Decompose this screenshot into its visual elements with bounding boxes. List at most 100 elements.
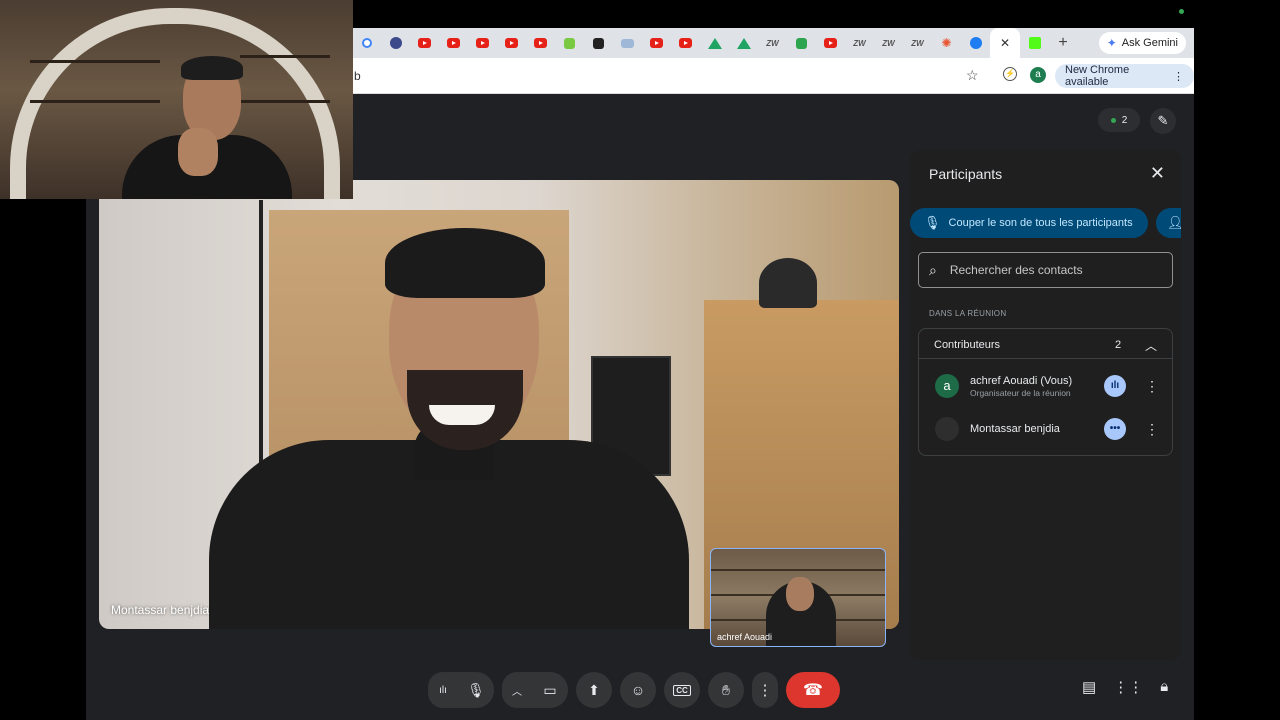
shelf <box>30 60 160 63</box>
ask-gemini-label: Ask Gemini <box>1121 37 1178 49</box>
more-options-icon[interactable]: ⋮ <box>1145 418 1159 440</box>
messenger-icon <box>969 37 982 49</box>
microphone-icon[interactable]: 🎙︎ <box>458 672 494 708</box>
profile-avatar[interactable]: a <box>1030 67 1046 83</box>
new-tab-button[interactable]: + <box>1049 34 1077 52</box>
tab[interactable]: ZW <box>758 28 787 58</box>
tab[interactable] <box>410 28 439 58</box>
section-label: DANS LA RÉUNION <box>929 309 1007 318</box>
tab[interactable] <box>816 28 845 58</box>
call-controls: ılı 🎙︎ ︿ ▭ ⬆ ☺ CC ✋︎ ⋮ ☎ <box>428 672 840 708</box>
pip-person-hair <box>181 56 243 80</box>
screen: ZW ZW ZW ZW ✺ ✕ + ✦ Ask Gemini b ☆ ⚡ a N… <box>0 0 1280 720</box>
tab[interactable] <box>613 28 642 58</box>
more-options-icon[interactable]: ⋮ <box>752 672 778 708</box>
youtube-icon <box>476 38 489 48</box>
group-count: 2 <box>1115 339 1122 351</box>
raise-hand-icon[interactable]: ✋︎ <box>708 672 744 708</box>
bookmark-star-icon[interactable]: ☆ <box>966 67 979 84</box>
top-right-controls: 2 ✎ <box>1098 108 1176 134</box>
end-call-button[interactable]: ☎ <box>786 672 840 708</box>
new-chrome-available-button[interactable]: New Chrome available ⋮ <box>1055 64 1194 88</box>
captions-icon[interactable]: CC <box>664 672 700 708</box>
tab[interactable]: ZW <box>903 28 932 58</box>
tab[interactable]: ZW <box>874 28 903 58</box>
gemini-icon: ✦ <box>1106 36 1117 50</box>
tab[interactable] <box>468 28 497 58</box>
search-placeholder: Rechercher des contacts <box>949 263 1083 277</box>
tab[interactable] <box>497 28 526 58</box>
zw-icon: ZW <box>882 38 895 48</box>
video-group: ︿ ▭ <box>502 672 568 708</box>
zw-icon: ZW <box>911 38 924 48</box>
tab[interactable] <box>584 28 613 58</box>
mic-off-icon: 🎙︎ <box>924 215 941 230</box>
contributors-group: Contributeurs 2 ︿ a achref Aouadi (Vous)… <box>918 328 1173 456</box>
address-bar[interactable]: b ☆ ⚡ a New Chrome available ⋮ <box>352 58 1194 94</box>
self-head <box>786 577 814 611</box>
search-icon: ⌕ <box>929 261 937 278</box>
self-view-tile[interactable]: achref Aouadi <box>710 548 886 647</box>
tab[interactable]: ZW <box>845 28 874 58</box>
youtube-icon <box>418 38 431 48</box>
present-screen-icon[interactable]: ⬆ <box>576 672 612 708</box>
speaking-indicator-icon: ılı <box>1104 375 1126 397</box>
camera-icon[interactable]: ▭ <box>532 672 568 708</box>
search-contacts-input[interactable]: ⌕ Rechercher des contacts <box>918 252 1173 288</box>
extension-icon[interactable]: ⚡ <box>1003 67 1017 81</box>
helmet <box>759 258 817 308</box>
tab[interactable] <box>381 28 410 58</box>
audio-level-icon[interactable]: ılı <box>428 672 458 708</box>
participant-count: 2 <box>1121 114 1128 126</box>
add-people-button[interactable]: 👤︎ <box>1156 208 1181 238</box>
participant-row[interactable]: Montassar benjdia ••• ⋮ <box>919 409 1172 451</box>
tab[interactable] <box>352 28 381 58</box>
url-text: b <box>354 69 361 83</box>
more-options-icon[interactable]: ⋮ <box>1145 375 1159 397</box>
chevron-up-icon[interactable]: ︿ <box>502 672 532 708</box>
tab[interactable] <box>787 28 816 58</box>
speaker-hair <box>385 228 545 298</box>
chevron-up-icon[interactable]: ︿ <box>1145 337 1157 354</box>
annotate-pencil-icon[interactable]: ✎ <box>1150 108 1176 134</box>
active-tab-close-button[interactable]: ✕ <box>990 28 1020 58</box>
doc-icon <box>621 38 634 48</box>
app-icon <box>564 37 575 49</box>
status-dot-icon <box>1179 9 1184 14</box>
ask-gemini-button[interactable]: ✦ Ask Gemini <box>1098 32 1186 54</box>
host-controls-lock-icon[interactable]: 🔒︎ <box>1160 678 1168 696</box>
active-dot-icon <box>1110 117 1116 123</box>
tab[interactable] <box>526 28 555 58</box>
youtube-icon <box>505 38 518 48</box>
participant-name: achref Aouadi (Vous) <box>970 375 1073 387</box>
activities-icon[interactable]: ⋮⋮ <box>1113 678 1143 696</box>
tab[interactable] <box>961 28 990 58</box>
new-chrome-label: New Chrome available <box>1065 64 1130 88</box>
mute-all-button[interactable]: 🎙︎ Couper le son de tous les participant… <box>910 208 1148 238</box>
tab[interactable] <box>555 28 584 58</box>
group-label: Contributeurs <box>934 339 1001 351</box>
tab[interactable] <box>671 28 700 58</box>
tab[interactable]: ✺ <box>932 28 961 58</box>
tab[interactable] <box>1020 28 1049 58</box>
participant-count-badge[interactable]: 2 <box>1098 108 1140 132</box>
emoji-icon[interactable]: ☺ <box>620 672 656 708</box>
audio-group: ılı 🎙︎ <box>428 672 494 708</box>
shelf <box>30 100 160 103</box>
participant-name: Montassar benjdia <box>970 423 1060 435</box>
app-icon <box>593 37 604 49</box>
close-icon[interactable]: ✕ <box>1150 163 1165 184</box>
chat-icon[interactable]: ▤ <box>1082 678 1096 696</box>
add-person-icon: 👤︎ <box>1167 215 1181 230</box>
youtube-icon <box>650 38 663 48</box>
kebab-menu-icon[interactable]: ⋮ <box>1173 70 1184 83</box>
tab[interactable] <box>439 28 468 58</box>
contributors-header[interactable]: Contributeurs 2 ︿ <box>919 329 1172 359</box>
shelf <box>711 569 885 571</box>
pip-camera-overlay[interactable] <box>0 0 353 199</box>
tab[interactable] <box>700 28 729 58</box>
tab[interactable] <box>642 28 671 58</box>
participant-row[interactable]: a achref Aouadi (Vous) Organisateur de l… <box>919 366 1172 408</box>
speaker-smile <box>429 405 495 425</box>
tab[interactable] <box>729 28 758 58</box>
